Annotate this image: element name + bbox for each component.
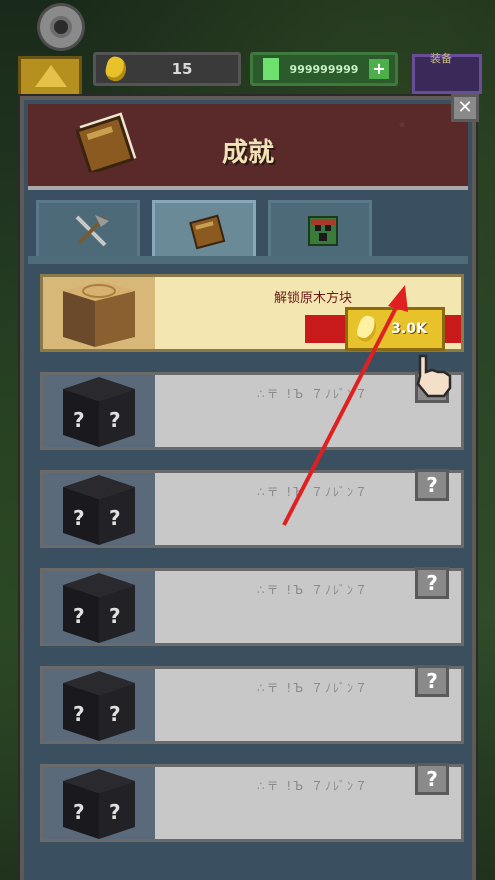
gold-value: 15 xyxy=(171,60,193,78)
svg-text:?: ? xyxy=(73,408,85,432)
hint-button[interactable]: ? xyxy=(415,665,449,697)
claim-reward-button[interactable]: 3.0K xyxy=(345,307,445,351)
equipment-label: 装备 xyxy=(430,52,452,65)
achievement-name: 解锁原木方块 xyxy=(273,291,352,306)
svg-text:?: ? xyxy=(109,506,121,530)
pickaxe-sword-icon xyxy=(75,215,109,247)
tab-tools[interactable] xyxy=(36,200,140,256)
list-item: ? ? ∴〒 !Ъ ７ﾉﾚﾞﾝ７ ? xyxy=(40,567,464,646)
mystery-block-icon: ? ? xyxy=(43,571,155,643)
close-button[interactable]: ✕ xyxy=(451,94,479,122)
tab-divider xyxy=(28,256,468,264)
gold-counter: 15 xyxy=(93,52,241,86)
svg-text:?: ? xyxy=(109,800,121,824)
settings-gear-icon[interactable] xyxy=(40,6,82,48)
hint-button[interactable]: ? xyxy=(415,469,449,501)
hint-button[interactable]: ? xyxy=(415,763,449,795)
svg-text:?: ? xyxy=(109,702,121,726)
svg-text:?: ? xyxy=(73,800,85,824)
book-icon xyxy=(189,214,226,250)
hint-button[interactable]: ? xyxy=(415,567,449,599)
list-item: ? ? ∴〒 !Ъ ７ﾉﾚﾞﾝ７ ? xyxy=(40,763,464,842)
gold-coin-icon xyxy=(354,313,380,345)
gem-counter: 999999999 + xyxy=(250,52,398,86)
list-item: ? ? ∴〒 !Ъ ７ﾉﾚﾞﾝ７ ? xyxy=(40,665,464,744)
gem-value: 999999999 xyxy=(289,62,359,76)
gem-icon xyxy=(263,58,279,80)
tutorial-hand-icon xyxy=(416,354,452,398)
svg-text:?: ? xyxy=(73,506,85,530)
page-title: 成就 xyxy=(221,138,274,168)
mystery-block-icon: ? ? xyxy=(43,669,155,741)
tab-bar xyxy=(28,200,468,260)
svg-text:?: ? xyxy=(109,408,121,432)
mystery-block-icon: ? ? xyxy=(43,473,155,545)
svg-text:?: ? xyxy=(73,702,85,726)
list-item: ? ? ∴〒 !Ъ ７ﾉﾚﾞﾝ７ ? xyxy=(40,469,464,548)
tab-book[interactable] xyxy=(152,200,256,260)
list-item: 解锁原木方块 3.0K xyxy=(40,274,464,352)
tab-block[interactable] xyxy=(268,200,372,256)
reward-amount: 3.0K xyxy=(391,321,427,337)
panel-header: 成就 xyxy=(28,104,468,190)
mystery-block-icon: ? ? xyxy=(43,767,155,839)
creeper-block-icon xyxy=(308,216,338,246)
wood-log-block-icon xyxy=(43,277,155,349)
list-item: ? ? ∴〒 !Ъ ７ﾉﾚﾞﾝ７ ? xyxy=(40,371,464,450)
gold-coin-icon xyxy=(103,54,129,84)
mystery-block-icon: ? ? xyxy=(43,375,155,447)
svg-text:?: ? xyxy=(109,604,121,628)
add-gems-button[interactable]: + xyxy=(369,59,389,79)
svg-text:?: ? xyxy=(73,604,85,628)
